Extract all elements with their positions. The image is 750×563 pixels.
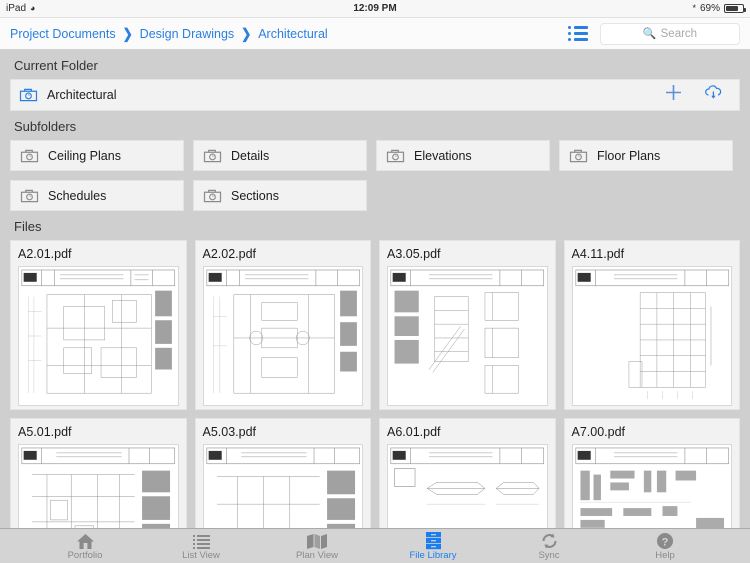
subfolders-list: Ceiling Plans Details Elevations Floor P…	[10, 140, 740, 211]
subfolder-item-elevations[interactable]: Elevations	[376, 140, 550, 171]
search-placeholder: Search	[660, 27, 698, 40]
file-name: A7.00.pdf	[571, 425, 626, 439]
file-card[interactable]: A2.01.pdf	[10, 240, 187, 410]
tab-label: Portfolio	[67, 550, 103, 562]
breadcrumb-item-architectural[interactable]: Architectural	[258, 27, 327, 41]
file-thumbnail	[387, 266, 548, 406]
help-icon: ?	[656, 531, 674, 550]
chevron-right-icon: ❯	[241, 25, 252, 42]
file-cabinet-icon	[425, 531, 442, 550]
tab-label: List View	[182, 550, 220, 562]
subfolder-item-ceiling-plans[interactable]: Ceiling Plans	[10, 140, 184, 171]
folder-sync-icon	[569, 148, 588, 164]
svg-text:?: ?	[662, 537, 669, 549]
device-name: iPad	[6, 3, 27, 14]
folder-sync-icon	[386, 148, 405, 164]
cloud-download-icon[interactable]	[704, 84, 723, 106]
map-icon	[306, 531, 328, 550]
current-folder-section-title: Current Folder	[14, 58, 98, 73]
search-input[interactable]: 🔍 Search	[600, 22, 740, 45]
tab-plan-view[interactable]: Plan View	[278, 531, 356, 561]
file-card[interactable]: A2.02.pdf	[194, 240, 371, 410]
file-thumbnail	[202, 266, 363, 406]
files-grid: A2.01.pdf A2.02.pdf A3.05.pdf A4.11.pdf …	[10, 240, 740, 528]
chevron-right-icon: ❯	[122, 25, 133, 42]
folder-sync-icon	[203, 188, 222, 204]
file-card[interactable]: A5.03.pdf	[194, 418, 371, 528]
file-thumbnail	[18, 444, 179, 528]
file-card[interactable]: A6.01.pdf	[379, 418, 556, 528]
tab-sync[interactable]: Sync	[510, 531, 588, 561]
breadcrumb-item-design-drawings[interactable]: Design Drawings	[140, 27, 234, 41]
subfolder-label: Floor Plans	[597, 148, 661, 163]
search-icon: 🔍	[642, 28, 657, 40]
status-bar: iPad ◕ 12:09 PM * 69%	[0, 0, 750, 18]
subfolders-section-title: Subfolders	[14, 119, 77, 134]
list-icon	[192, 531, 211, 550]
tab-file-library[interactable]: File Library	[394, 531, 472, 561]
file-card[interactable]: A3.05.pdf	[379, 240, 556, 410]
breadcrumb: Project Documents ❯ Design Drawings ❯ Ar…	[10, 25, 328, 42]
files-section-title: Files	[14, 219, 42, 234]
file-name: A6.01.pdf	[387, 425, 441, 439]
subfolder-label: Sections	[231, 188, 279, 203]
plus-icon[interactable]	[665, 84, 682, 106]
file-thumbnail	[202, 444, 363, 528]
file-name: A5.01.pdf	[18, 425, 72, 439]
current-folder-row[interactable]: Architectural	[10, 79, 740, 111]
status-bar-left: iPad ◕	[6, 3, 35, 14]
status-bar-time: 12:09 PM	[353, 3, 397, 14]
folder-sync-icon	[19, 87, 38, 103]
file-name: A5.03.pdf	[202, 425, 257, 439]
battery-percent-label: 69%	[699, 3, 720, 14]
breadcrumb-item-project-documents[interactable]: Project Documents	[10, 27, 116, 41]
file-thumbnail	[18, 266, 179, 406]
folder-sync-icon	[203, 148, 222, 164]
bluetooth-icon: *	[692, 3, 696, 13]
subfolder-item-schedules[interactable]: Schedules	[10, 180, 184, 211]
home-icon	[76, 531, 95, 550]
file-thumbnail	[387, 444, 548, 528]
navigation-bar: Project Documents ❯ Design Drawings ❯ Ar…	[0, 18, 750, 50]
navigation-bar-actions: 🔍 Search	[568, 22, 740, 45]
file-card[interactable]: A7.00.pdf	[563, 418, 740, 528]
file-name: A3.05.pdf	[387, 247, 441, 261]
status-bar-right: * 69%	[692, 3, 746, 14]
file-thumbnail	[571, 266, 732, 406]
sync-icon	[540, 531, 559, 550]
list-view-icon[interactable]	[568, 26, 588, 41]
file-card[interactable]: A4.11.pdf	[563, 240, 740, 410]
subfolder-label: Elevations	[414, 148, 472, 163]
file-name: A4.11.pdf	[571, 247, 625, 261]
tab-label: Sync	[538, 550, 560, 562]
tab-list-view[interactable]: List View	[162, 531, 240, 561]
file-name: A2.02.pdf	[202, 247, 257, 261]
content-area: Current Folder Architectural Subfolders …	[0, 50, 750, 528]
subfolder-item-details[interactable]: Details	[193, 140, 367, 171]
folder-sync-icon	[20, 148, 39, 164]
tab-help[interactable]: ? Help	[626, 531, 704, 561]
subfolder-label: Ceiling Plans	[48, 148, 121, 163]
subfolder-item-floor-plans[interactable]: Floor Plans	[559, 140, 733, 171]
subfolder-label: Schedules	[48, 188, 107, 203]
file-name: A2.01.pdf	[18, 247, 72, 261]
file-thumbnail	[571, 444, 732, 528]
tab-label: Plan View	[295, 550, 339, 562]
tab-portfolio[interactable]: Portfolio	[46, 531, 124, 561]
subfolder-label: Details	[231, 148, 270, 163]
wifi-icon: ◕	[30, 3, 36, 13]
current-folder-actions	[665, 84, 731, 106]
tab-label: Help	[655, 550, 675, 562]
folder-sync-icon	[20, 188, 39, 204]
file-card[interactable]: A5.01.pdf	[10, 418, 187, 528]
battery-icon	[724, 4, 746, 13]
tab-bar: Portfolio List View Plan View File Libra…	[0, 528, 750, 563]
current-folder-name: Architectural	[47, 88, 117, 102]
subfolder-item-sections[interactable]: Sections	[193, 180, 367, 211]
tab-label: File Library	[409, 550, 457, 562]
